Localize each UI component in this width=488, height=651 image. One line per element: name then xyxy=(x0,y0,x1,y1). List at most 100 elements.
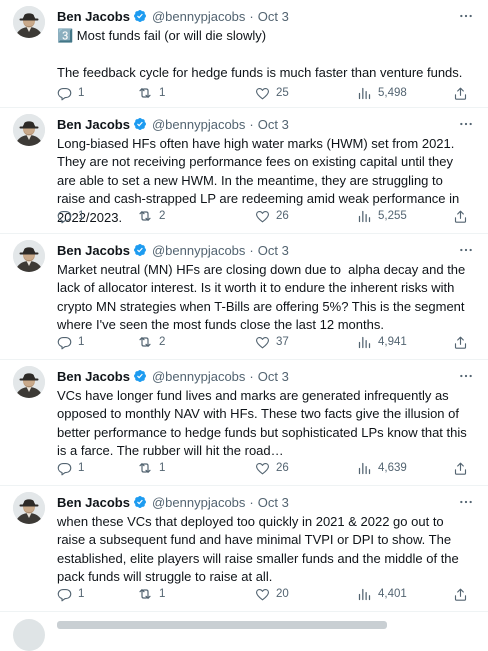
retweet-count: 1 xyxy=(159,87,166,99)
tweet-date[interactable]: Oct 3 xyxy=(258,369,289,384)
reply-count: 1 xyxy=(78,336,85,348)
reply-count: 1 xyxy=(78,588,85,600)
tweet-actions: 1 2 26 5,255 xyxy=(57,206,474,226)
views-count: 4,639 xyxy=(378,462,407,474)
reply-count: 1 xyxy=(78,87,85,99)
like-icon xyxy=(256,210,269,222)
verified-icon xyxy=(133,369,147,383)
author-handle[interactable]: @bennypjacobs xyxy=(152,369,245,384)
views-icon xyxy=(358,336,371,348)
share-icon xyxy=(454,210,467,223)
tweet-date[interactable]: Oct 3 xyxy=(258,9,289,24)
next-tweet-avatar[interactable] xyxy=(13,619,45,651)
separator-dot: · xyxy=(249,368,254,384)
author-name[interactable]: Ben Jacobs xyxy=(57,369,130,384)
like-count: 26 xyxy=(276,210,289,222)
reply-button[interactable]: 1 xyxy=(57,335,84,350)
tweet[interactable]: Ben Jacobs @bennypjacobs · Oct 3 3️⃣ Mos… xyxy=(0,0,488,108)
reply-count: 1 xyxy=(78,210,85,222)
like-icon xyxy=(256,336,269,348)
reply-button[interactable]: 1 xyxy=(57,209,84,224)
tweet-actions: 1 1 20 4,401 xyxy=(57,584,474,604)
reply-icon xyxy=(57,87,72,100)
avatar[interactable] xyxy=(13,6,45,38)
retweet-button[interactable]: 1 xyxy=(137,85,165,101)
reply-button[interactable]: 1 xyxy=(57,461,84,476)
tweet-date[interactable]: Oct 3 xyxy=(258,243,289,258)
views-button[interactable]: 5,498 xyxy=(357,86,407,101)
share-icon xyxy=(454,336,467,349)
retweet-button[interactable]: 2 xyxy=(137,334,165,350)
like-icon xyxy=(256,462,269,474)
views-button[interactable]: 4,941 xyxy=(357,335,407,350)
tweet-text: when these VCs that deployed too quickly… xyxy=(57,514,463,585)
author-handle[interactable]: @bennypjacobs xyxy=(152,243,245,258)
tweet[interactable]: Ben Jacobs @bennypjacobs · Oct 3 Long-bi… xyxy=(0,108,488,234)
next-tweet-header-placeholder xyxy=(57,621,387,629)
share-button[interactable] xyxy=(453,209,474,224)
author-name[interactable]: Ben Jacobs xyxy=(57,117,130,132)
like-count: 25 xyxy=(276,87,289,99)
share-icon xyxy=(454,462,467,475)
author-handle[interactable]: @bennypjacobs xyxy=(152,9,245,24)
more-icon[interactable] xyxy=(458,365,474,387)
share-button[interactable] xyxy=(453,461,474,476)
author-name[interactable]: Ben Jacobs xyxy=(57,495,130,510)
tweet-text: VCs have longer fund lives and marks are… xyxy=(57,388,471,459)
tweet-text: Market neutral (MN) HFs are closing down… xyxy=(57,262,469,333)
views-icon xyxy=(358,210,371,222)
tweet[interactable]: Ben Jacobs @bennypjacobs · Oct 3 when th… xyxy=(0,486,488,612)
more-icon[interactable] xyxy=(458,239,474,261)
retweet-count: 2 xyxy=(159,336,166,348)
retweet-count: 1 xyxy=(159,462,166,474)
author-handle[interactable]: @bennypjacobs xyxy=(152,495,245,510)
retweet-button[interactable]: 1 xyxy=(137,586,165,602)
retweet-icon xyxy=(139,463,151,473)
like-count: 20 xyxy=(276,588,289,600)
tweet[interactable]: Ben Jacobs @bennypjacobs · Oct 3 Market … xyxy=(0,234,488,360)
more-icon[interactable] xyxy=(458,5,474,27)
reply-icon xyxy=(57,462,72,475)
avatar[interactable] xyxy=(13,366,45,398)
views-count: 4,401 xyxy=(378,588,407,600)
author-handle[interactable]: @bennypjacobs xyxy=(152,117,245,132)
avatar[interactable] xyxy=(13,114,45,146)
verified-icon xyxy=(133,9,147,23)
retweet-icon xyxy=(139,589,151,599)
share-button[interactable] xyxy=(453,86,474,101)
retweet-count: 2 xyxy=(159,210,166,222)
more-icon[interactable] xyxy=(458,491,474,513)
tweet-date[interactable]: Oct 3 xyxy=(258,495,289,510)
like-button[interactable]: 26 xyxy=(255,461,289,476)
verified-icon xyxy=(133,495,147,509)
share-button[interactable] xyxy=(453,335,474,350)
retweet-button[interactable]: 2 xyxy=(137,208,165,224)
views-button[interactable]: 4,639 xyxy=(357,461,407,476)
retweet-count: 1 xyxy=(159,588,166,600)
separator-dot: · xyxy=(249,116,254,132)
views-button[interactable]: 5,255 xyxy=(357,209,407,224)
like-button[interactable]: 37 xyxy=(255,335,289,350)
views-count: 5,255 xyxy=(378,210,407,222)
author-name[interactable]: Ben Jacobs xyxy=(57,9,130,24)
author-name[interactable]: Ben Jacobs xyxy=(57,243,130,258)
share-button[interactable] xyxy=(453,587,474,602)
verified-icon xyxy=(133,243,147,257)
tweet-actions: 1 1 25 5,498 xyxy=(57,83,474,103)
reply-button[interactable]: 1 xyxy=(57,587,84,602)
avatar[interactable] xyxy=(13,240,45,272)
more-icon[interactable] xyxy=(458,113,474,135)
views-button[interactable]: 4,401 xyxy=(357,587,407,602)
retweet-button[interactable]: 1 xyxy=(137,460,165,476)
reply-icon xyxy=(57,336,72,349)
like-button[interactable]: 20 xyxy=(255,587,289,602)
like-button[interactable]: 26 xyxy=(255,209,289,224)
like-count: 26 xyxy=(276,462,289,474)
share-icon xyxy=(454,588,467,601)
reply-button[interactable]: 1 xyxy=(57,86,84,101)
like-button[interactable]: 25 xyxy=(255,86,289,101)
avatar[interactable] xyxy=(13,492,45,524)
tweet-date[interactable]: Oct 3 xyxy=(258,117,289,132)
reply-icon xyxy=(57,588,72,601)
tweet[interactable]: Ben Jacobs @bennypjacobs · Oct 3 VCs hav… xyxy=(0,360,488,486)
